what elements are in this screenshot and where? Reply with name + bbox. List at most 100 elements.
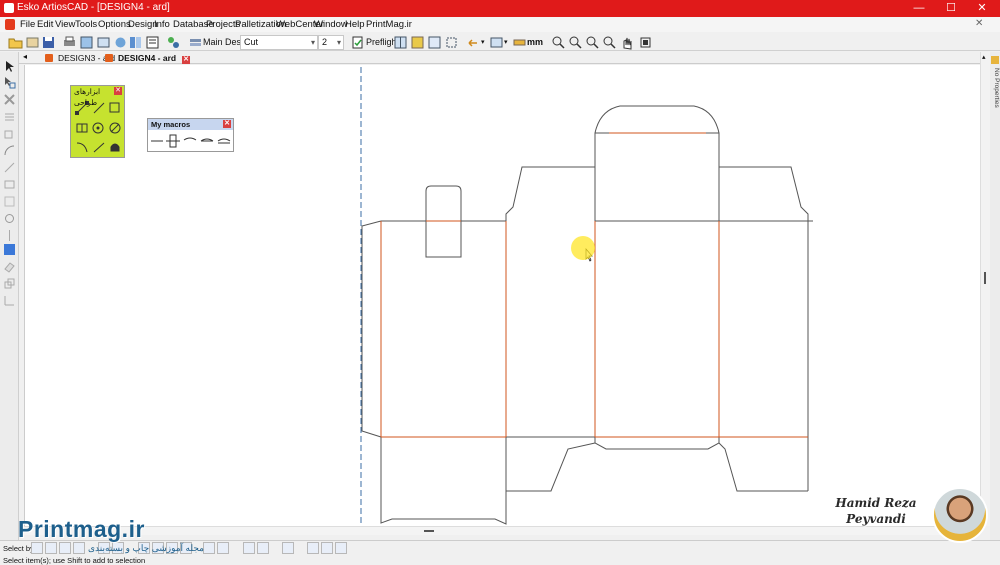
offset-icon[interactable] [3,195,16,208]
minimize-button[interactable]: — [905,1,933,16]
scroll-thumb[interactable] [984,272,986,284]
properties-pin-icon[interactable] [991,56,999,64]
dust-flap-left-top[interactable] [505,166,596,221]
snap-grid-icon[interactable] [307,542,319,554]
rectangle-icon [109,102,120,113]
dimension-icon[interactable] [3,294,16,307]
top-lid[interactable] [594,105,720,167]
select-window-icon[interactable] [73,542,85,554]
menu-printmag[interactable]: PrintMag.ir [366,19,412,30]
save-icon[interactable] [41,35,56,50]
bottom-flaps-left[interactable] [380,437,596,525]
design-tools-header[interactable]: ابزارهای طراحی ✕ [71,86,124,107]
zoom-in-icon[interactable] [551,35,566,50]
extend-mode-icon[interactable] [257,542,269,554]
line-tool-icon[interactable] [3,161,16,174]
fit-view-icon[interactable] [427,35,442,50]
artioscad-logo-icon[interactable] [5,19,15,30]
eraser-icon[interactable] [3,260,16,273]
menu-info[interactable]: Info [154,19,170,30]
hscroll-thumb[interactable] [424,530,434,532]
print-icon[interactable] [62,35,77,50]
horizontal-scrollbar[interactable] [24,526,980,535]
open-database-icon[interactable] [25,35,40,50]
snap-all-icon[interactable] [335,542,347,554]
dust-flap-right-top[interactable] [719,166,809,221]
scale-icon[interactable] [3,277,16,290]
bottom-lid-tuck[interactable] [594,437,720,450]
units-label[interactable]: mm [527,37,543,47]
select-area-icon[interactable] [444,35,459,50]
line-type-filter-icon[interactable] [203,542,215,554]
pointage-select[interactable]: 2 ▾ [318,35,344,50]
select-chain-icon[interactable] [45,542,57,554]
rebuild-icon[interactable] [113,35,128,50]
rotate-icon[interactable] [3,212,16,225]
grid-view-icon[interactable] [393,35,408,50]
tabs-scroll-left-icon[interactable]: ◂ [23,52,27,61]
vertical-scrollbar[interactable]: ▴ [980,52,990,526]
panel-verticals-top[interactable] [594,167,720,221]
close-panel-icon[interactable]: ✕ [223,120,231,128]
arc-icon[interactable] [3,144,16,157]
plot-icon[interactable] [96,35,111,50]
author-avatar [932,487,988,543]
copy-icon[interactable] [3,127,16,140]
select-connected-icon[interactable] [59,542,71,554]
close-panel-icon[interactable]: ✕ [114,87,122,95]
menu-options[interactable]: Options [98,19,131,30]
no-properties-label: No Properties [993,68,1000,108]
full-screen-icon[interactable] [638,35,653,50]
measure-icon[interactable] [512,35,527,50]
tab-label: DESIGN4 - ard [118,53,177,63]
design-file-icon [45,54,53,62]
line-type-select[interactable]: Cut ▾ [240,35,318,50]
mirror-icon[interactable] [3,229,16,242]
trim-mode-icon[interactable] [243,542,255,554]
chevron-down-icon[interactable]: ▾ [481,38,485,46]
delete-icon[interactable] [3,93,16,106]
layer-filter-icon[interactable] [217,542,229,554]
select-arrow-icon[interactable] [3,60,16,73]
3d-view-icon[interactable] [410,35,425,50]
macros-header[interactable]: My macros ✕ [148,119,233,130]
select-element-icon[interactable] [31,542,43,554]
rectangle-tool-icon[interactable] [3,178,16,191]
macros-panel: My macros ✕ [147,118,234,152]
layers-icon[interactable] [128,35,143,50]
3d-box-icon[interactable] [3,243,16,256]
scroll-up-icon[interactable]: ▴ [982,53,986,61]
close-window-button[interactable]: ✕ [968,1,996,16]
properties-icon[interactable] [145,35,160,50]
zoom-window-icon[interactable] [585,35,600,50]
bottom-flap-right[interactable] [718,437,808,492]
open-folder-icon[interactable] [8,35,23,50]
maximize-button[interactable]: ☐ [937,1,965,16]
menu-edit[interactable]: Edit [37,19,53,30]
document-tabs: ◂ DESIGN3 - ard DESIGN4 - ard ✕ [18,52,992,64]
undo-icon[interactable] [466,35,481,50]
group-icon[interactable] [282,542,294,554]
menu-help[interactable]: Help [345,19,365,30]
design-tools-panel: ابزارهای طراحی ✕ [70,85,125,158]
zoom-previous-icon[interactable] [602,35,617,50]
chevron-down-icon[interactable]: ▾ [504,38,508,46]
output-icon[interactable] [79,35,94,50]
pan-hand-icon[interactable] [620,35,635,50]
zoom-out-icon[interactable] [568,35,583,50]
glue-flap[interactable] [361,220,382,438]
menu-window[interactable]: Window [314,19,348,30]
select-group-icon[interactable] [3,76,16,89]
redo-icon[interactable] [489,35,504,50]
menu-view[interactable]: View [55,19,75,30]
symmetry-icon[interactable] [166,35,181,50]
pointage-value: 2 [322,37,328,47]
close-tab-icon[interactable]: ✕ [182,56,191,64]
tab-design4[interactable]: DESIGN4 - ard ✕ [105,53,191,64]
preflight-icon[interactable] [350,35,365,50]
menu-tools[interactable]: Tools [75,19,97,30]
snap-point-icon[interactable] [321,542,333,554]
menu-file[interactable]: File [20,19,35,30]
menu-close-icon[interactable]: ✕ [975,18,983,29]
trim-icon[interactable] [3,110,16,123]
